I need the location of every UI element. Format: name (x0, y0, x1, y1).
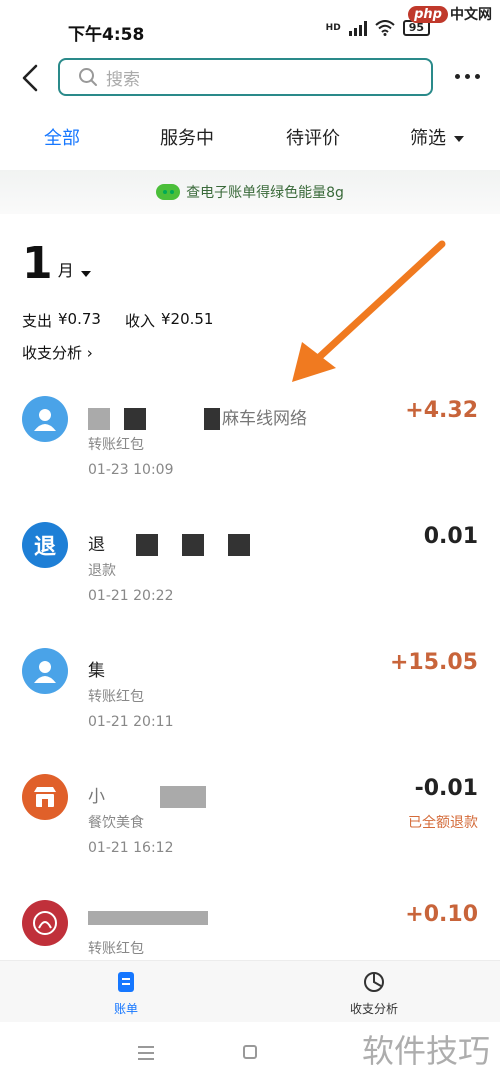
transaction-name (88, 908, 222, 928)
more-dots-icon[interactable] (455, 74, 480, 79)
energy-icon (156, 184, 181, 200)
user-icon (22, 648, 68, 694)
signal-icon (348, 20, 367, 36)
green-energy-banner[interactable]: 查电子账单得绿色能量8g (0, 170, 500, 214)
caret-down-icon (80, 271, 91, 277)
chevron-left-icon[interactable] (18, 62, 44, 94)
transaction-row[interactable]: 小 餐饮美食 01-21 16:12 -0.01 已全额退款 (0, 774, 500, 894)
filter-tabs: 全部 服务中 待评价 筛选 (0, 120, 500, 156)
transaction-row[interactable]: 转账红包 +0.10 (0, 900, 500, 960)
transaction-category: 退款 (88, 563, 116, 579)
search-header: 搜索 (0, 58, 500, 98)
transaction-row[interactable]: 麻车线网络 转账红包 01-23 10:09 +4.32 (0, 396, 500, 516)
expense-label: 支出 (22, 312, 53, 330)
php-badge: php (408, 5, 448, 23)
transaction-name: 小 (88, 782, 220, 808)
transaction-row[interactable]: 集 转账红包 01-21 20:11 +15.05 (0, 648, 500, 768)
status-time: 下午4:58 (68, 25, 145, 45)
transaction-category: 转账红包 (88, 437, 144, 453)
transaction-amount: +0.10 (405, 902, 478, 927)
transaction-category: 转账红包 (88, 689, 144, 705)
nav-analysis-label: 收支分析 (349, 1002, 398, 1016)
month-selector[interactable]: 1 月 (22, 238, 91, 289)
merchant-icon (22, 900, 68, 946)
transaction-time: 01-21 20:22 (88, 588, 174, 604)
search-icon (79, 68, 97, 86)
pie-chart-icon (364, 972, 384, 992)
transaction-name-visible: 小 (88, 787, 105, 807)
transaction-amount: +4.32 (405, 398, 478, 423)
nav-bill[interactable]: 账单 (66, 971, 186, 1017)
home-icon[interactable] (243, 1045, 257, 1059)
transaction-time: 01-21 20:11 (88, 714, 174, 730)
php-watermark-logo: php 中文网 (408, 4, 492, 24)
transaction-amount: 0.01 (423, 524, 478, 549)
transaction-category: 餐饮美食 (88, 815, 144, 831)
php-text: 中文网 (450, 7, 492, 23)
transaction-name: 集 (88, 661, 105, 681)
tab-filter-label: 筛选 (410, 128, 446, 149)
bottom-nav: 账单 收支分析 (0, 960, 500, 1022)
annotation-arrow-icon (292, 240, 446, 382)
transaction-name-visible: 麻车线网络 (222, 409, 307, 429)
transaction-amount: +15.05 (389, 650, 478, 675)
nav-bill-label: 账单 (113, 1002, 138, 1016)
search-placeholder: 搜索 (106, 69, 140, 90)
transaction-name: 退 (88, 530, 264, 556)
system-nav-bar: 软件技巧 (0, 1022, 500, 1084)
banner-text: 查电子账单得绿色能量8g (186, 185, 344, 201)
shop-icon (22, 774, 68, 820)
month-unit: 月 (57, 261, 74, 280)
income-label: 收入 (124, 312, 155, 330)
income-value: ¥20.51 (160, 310, 214, 328)
analysis-link[interactable]: 收支分析 › (22, 342, 93, 363)
transaction-row[interactable]: 退 退 退款 01-21 20:22 0.01 (0, 522, 500, 642)
transaction-category: 转账红包 (88, 941, 144, 957)
status-bar: 下午4:58 HD 95 php 中文网 (0, 0, 500, 58)
transaction-time: 01-23 10:09 (88, 462, 174, 478)
bill-icon (118, 972, 134, 992)
month-number: 1 (22, 238, 53, 289)
refund-note: 已全额退款 (408, 815, 478, 831)
tab-to-review[interactable]: 待评价 (286, 124, 340, 150)
search-input[interactable]: 搜索 (58, 58, 433, 96)
watermark-text: 软件技巧 (361, 1032, 490, 1070)
month-summary: 支出 ¥0.73 收入 ¥20.51 (22, 310, 213, 331)
transaction-amount: -0.01 (414, 776, 478, 801)
transaction-name: 麻车线网络 (88, 404, 307, 430)
menu-icon[interactable] (138, 1046, 154, 1064)
wifi-icon (375, 20, 395, 36)
tab-all[interactable]: 全部 (44, 124, 80, 150)
transaction-time: 01-21 16:12 (88, 840, 174, 856)
tab-in-service[interactable]: 服务中 (160, 124, 214, 150)
user-icon (22, 396, 68, 442)
caret-down-icon (454, 136, 464, 142)
hd-indicator: HD (325, 23, 341, 33)
transaction-name-visible: 退 (88, 535, 105, 555)
expense-value: ¥0.73 (58, 310, 101, 328)
tab-filter[interactable]: 筛选 (410, 124, 464, 150)
refund-icon: 退 (22, 522, 68, 568)
nav-analysis[interactable]: 收支分析 (314, 971, 434, 1017)
